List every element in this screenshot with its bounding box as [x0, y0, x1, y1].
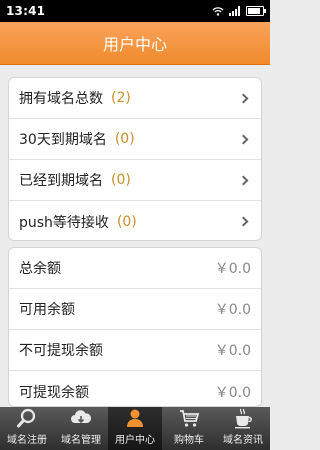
cart-icon [180, 410, 200, 427]
coffee-icon [235, 408, 252, 429]
tab-label: 域名资讯 [223, 435, 263, 446]
cloud-icon [71, 410, 92, 424]
row-label: push等待接收 [19, 214, 109, 231]
domain-stats-card: 拥有域名总数 (2) 30天到期域名 (0) 已经到期域名 (0) push等待… [8, 77, 262, 241]
chevron-right-icon [238, 175, 249, 185]
row-expiring-30-days[interactable]: 30天到期域名 (0) [9, 119, 261, 160]
tab-label: 域名管理 [61, 435, 101, 446]
status-icons [212, 6, 266, 16]
row-push-pending[interactable]: push等待接收 (0) [9, 201, 261, 240]
tab-cart[interactable]: 购物车 [162, 407, 216, 450]
bottom-tab-bar: 域名注册 域名管理 用户中心 购物车 域名资讯 [0, 407, 270, 450]
tab-domain-register[interactable]: 域名注册 [0, 407, 54, 450]
row-label: 30天到期域名 [19, 132, 107, 148]
chevron-right-icon [238, 216, 249, 227]
row-value: ￥0.0 [214, 302, 251, 318]
row-non-withdrawable-balance: 不可提现余额 ￥0.0 [9, 330, 261, 371]
status-time: 13:41 [6, 4, 46, 18]
signal-icon [229, 6, 240, 16]
tab-label: 域名注册 [7, 435, 47, 446]
row-count: (0) [111, 172, 131, 188]
page-title: 用户中心 [102, 35, 167, 54]
row-label: 已经到期域名 [19, 173, 103, 189]
tab-label: 用户中心 [115, 435, 155, 446]
user-icon [127, 409, 143, 427]
row-total-balance: 总余额 ￥0.0 [9, 248, 261, 289]
row-total-domains[interactable]: 拥有域名总数 (2) [9, 78, 261, 119]
balance-card: 总余额 ￥0.0 可用余额 ￥0.0 不可提现余额 ￥0.0 可提现余额 ￥0.… [8, 247, 262, 407]
search-icon [17, 408, 36, 428]
tab-domain-manage[interactable]: 域名管理 [54, 407, 108, 450]
row-value: ￥0.0 [214, 343, 251, 359]
chevron-right-icon [238, 93, 249, 103]
row-count: (0) [116, 213, 137, 230]
page-header: 用户中心 [0, 22, 270, 65]
row-label: 可用余额 [19, 302, 75, 318]
row-expired[interactable]: 已经到期域名 (0) [9, 160, 261, 201]
tab-domain-news[interactable]: 域名资讯 [216, 407, 270, 450]
tab-label: 购物车 [174, 435, 204, 446]
status-bar: 13:41 [0, 0, 270, 22]
row-value: ￥0.0 [214, 261, 251, 277]
row-count: (2) [111, 90, 131, 106]
row-label: 总余额 [19, 261, 61, 277]
row-withdrawable-balance: 可提现余额 ￥0.0 [9, 371, 261, 406]
tab-user-center[interactable]: 用户中心 [108, 407, 162, 450]
wifi-icon [212, 7, 224, 16]
row-label: 可提现余额 [19, 384, 89, 401]
row-label: 拥有域名总数 [19, 91, 103, 107]
chevron-right-icon [238, 134, 249, 144]
row-available-balance: 可用余额 ￥0.0 [9, 289, 261, 330]
row-count: (0) [114, 131, 135, 147]
row-label: 不可提现余额 [19, 343, 103, 359]
battery-icon [246, 6, 266, 16]
row-value: ￥0.0 [214, 384, 251, 401]
